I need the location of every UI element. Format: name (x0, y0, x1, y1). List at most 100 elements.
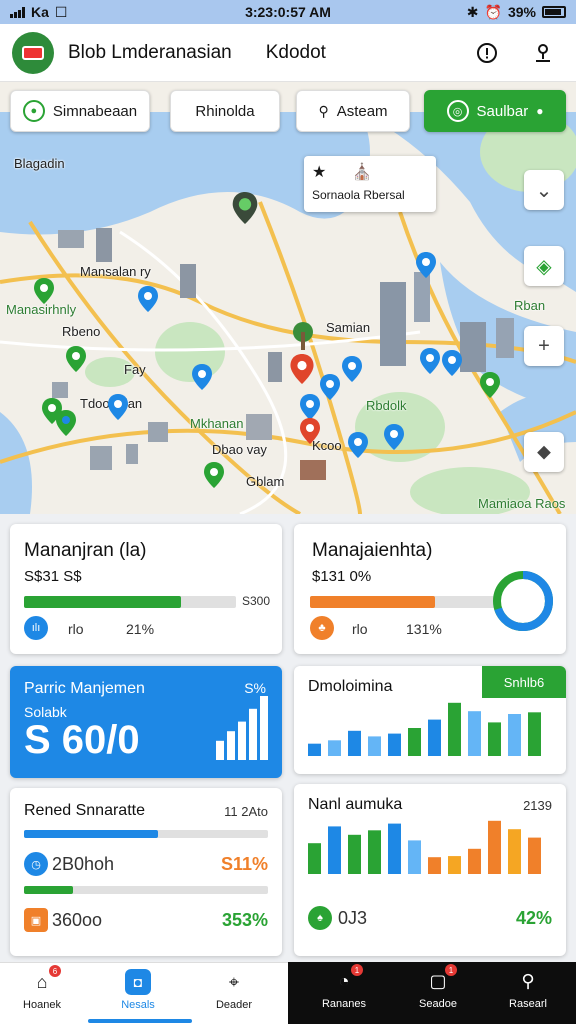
chip-asteam[interactable]: ⚲ Asteam (296, 90, 410, 132)
row-percent: S11% (220, 854, 268, 874)
nanl-aumuka-card[interactable]: Nanl aumuka 2139 ♠ 0J3 42% (294, 784, 566, 956)
map-pin[interactable] (204, 462, 224, 488)
map-pin[interactable] (66, 346, 86, 372)
chip-rhinolda[interactable]: Rhinolda (170, 90, 280, 132)
map-view[interactable]: ● Simnabeaan Rhinolda ⚲ Asteam ◎ Saulbar… (0, 82, 576, 514)
card-title: Parric Manjemen (24, 680, 145, 697)
map-label: Rbeno (62, 324, 101, 339)
progress-fill (24, 886, 73, 894)
nav-nesals[interactable]: ◘ Nesals (98, 969, 178, 1011)
management-card-2[interactable]: Manajaienhta) $131 0% ♣ rlo 131% (294, 524, 566, 654)
chip-label: Saulbar (476, 102, 529, 120)
card-value: 11 2Ato (224, 804, 268, 819)
mini-bar-chart (216, 696, 268, 760)
progress-fill (24, 596, 181, 608)
nav-home[interactable]: ⌂ 6 Hoanek (2, 965, 82, 1011)
card-tag: Snhlb6 (482, 666, 566, 698)
notification-badge: 1 (351, 964, 363, 976)
progress-bar (24, 830, 268, 838)
messages-icon: ◘ (125, 969, 151, 995)
map-pin[interactable] (416, 252, 436, 278)
chart-bar (428, 857, 441, 874)
map-label: Blagadin (14, 156, 65, 171)
card-title: Rened Snnaratte (24, 802, 145, 819)
foot-label: rlo (68, 621, 84, 637)
app-header: Blob Lmderanasian Kdodot (0, 24, 576, 82)
map-label: Manasirhnly (6, 302, 77, 317)
map-pin[interactable] (34, 278, 54, 304)
map-pin[interactable] (192, 364, 212, 390)
map-callout[interactable]: ★ ⛪ Sornaola Rbersal (304, 156, 436, 212)
map-pin[interactable] (342, 356, 362, 382)
card-value: S$31 S$ (24, 568, 82, 585)
layers-button[interactable]: ◈ (524, 246, 564, 286)
nav-deader[interactable]: ⌖ Deader (194, 969, 274, 1012)
row-percent: 353% (221, 910, 268, 930)
chart-bar (216, 740, 224, 760)
row-label: 360oo (52, 910, 103, 930)
chart-bar (448, 856, 461, 874)
progress-bar (310, 596, 500, 608)
info-icon[interactable] (474, 40, 500, 66)
wifi-icon: ☐ (54, 3, 68, 20)
nav-rasearl[interactable]: ⚲ Rasearl (488, 968, 568, 1011)
chip-saulbar[interactable]: ◎ Saulbar ● (424, 90, 566, 132)
chart-bar (468, 848, 481, 874)
reward-icon: ♠ (308, 906, 332, 930)
status-bar: Ka ☐ 3:23:0:57 AM ✱ ⏰ 39% (0, 0, 576, 24)
locate-button[interactable]: ⬥ (524, 432, 564, 472)
chart-bar (308, 743, 321, 756)
map-pin[interactable] (300, 394, 320, 420)
chart-bar (227, 731, 235, 760)
chart-bar (448, 702, 461, 756)
user-location-icon[interactable] (530, 40, 556, 66)
chevron-down-icon: ⌄ (535, 179, 553, 202)
map-pin[interactable] (232, 192, 258, 224)
card-title: Mananjran (la) (24, 540, 147, 561)
chart-bar (488, 820, 501, 874)
search-icon: ⚲ (318, 102, 329, 119)
map-pin[interactable] (480, 372, 500, 398)
alarm-icon: ⏰ (484, 3, 502, 20)
search-icon: ⚲ (521, 970, 535, 991)
map-label: Dbao vay (212, 442, 267, 457)
chip-label: Simnabeaan (52, 102, 138, 120)
chart-bar (388, 823, 401, 874)
dmoloimina-card[interactable]: Dmoloimina Snhlb6 (294, 666, 566, 774)
management-card-1[interactable]: Mananjran (la) S$31 S$ S300 ılı rlo 21% (10, 524, 282, 654)
progress-ring (493, 571, 553, 631)
map-pin[interactable] (290, 354, 314, 384)
plus-icon: + (538, 334, 550, 357)
chip-simnabeaan[interactable]: ● Simnabeaan (10, 90, 150, 132)
map-label: Mkhanan (190, 416, 244, 431)
nav-label: Rasearl (509, 998, 547, 1010)
map-pin[interactable] (108, 394, 128, 420)
nav-label: Hoanek (23, 999, 61, 1011)
map-pin[interactable] (138, 286, 158, 312)
nav-seadoe[interactable]: ▢ 1 Seadoe (398, 964, 478, 1010)
chart-bar (528, 837, 541, 874)
nav-rananes[interactable]: ◔ 1 Rananes (304, 964, 384, 1010)
rened-snnaratte-card[interactable]: Rened Snnaratte 11 2Ato ◷ 2B0hoh S11% ▣ … (10, 788, 282, 956)
chart-bar (388, 733, 401, 756)
map-pin[interactable] (384, 424, 404, 450)
map-pin[interactable] (348, 432, 368, 458)
map-pin[interactable] (420, 348, 440, 374)
calendar-icon: ▢ 1 (425, 964, 457, 994)
battery-icon (542, 6, 566, 18)
map-pin[interactable] (56, 410, 76, 436)
map-pin[interactable] (442, 350, 462, 376)
compass-icon: ⬥ (537, 440, 551, 463)
app-logo[interactable] (12, 31, 54, 74)
bluetooth-icon: ✱ (466, 3, 479, 20)
bottom-nav-right: ◔ 1 Rananes ▢ 1 Seadoe ⚲ Rasearl (288, 962, 576, 1024)
clock-icon: ◔ 1 (331, 964, 363, 994)
row-label: 2B0hoh (52, 854, 115, 874)
home-icon: ⌂ 6 (29, 965, 61, 995)
layers-icon: ◈ (536, 255, 552, 278)
parric-management-card[interactable]: Parric Manjemen S% Solabk S 60/0 (10, 666, 282, 778)
collapse-button[interactable]: ⌄ (524, 170, 564, 210)
map-pin[interactable] (320, 374, 340, 400)
zoom-in-button[interactable]: + (524, 326, 564, 366)
map-pin[interactable] (300, 418, 320, 444)
